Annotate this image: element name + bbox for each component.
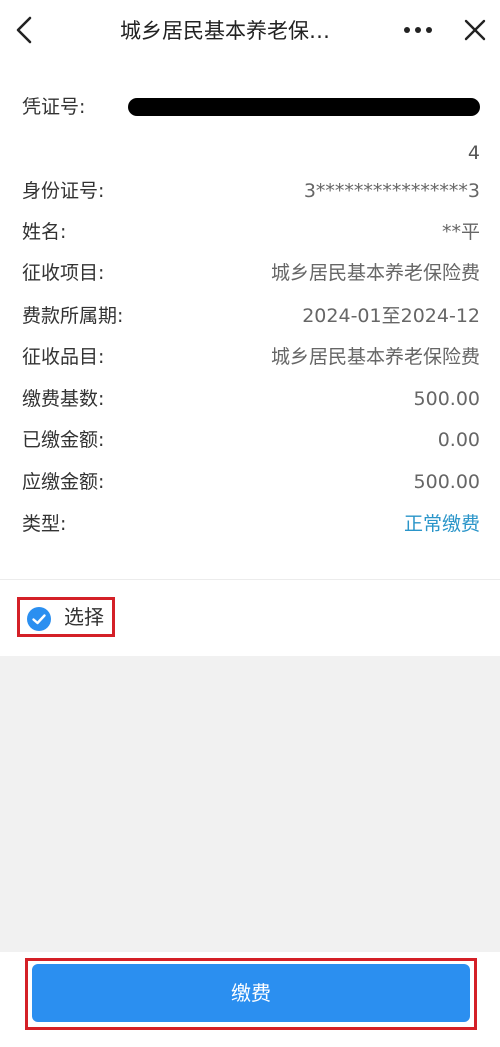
info-row-period: 费款所属期: 2024-01至2024-12 bbox=[22, 301, 480, 331]
info-label: 身份证号: bbox=[22, 180, 105, 202]
info-value: 3****************3 bbox=[303, 180, 480, 202]
info-row-paid: 已缴金额: 0.00 bbox=[22, 425, 480, 455]
voucher-number-tail: 4 bbox=[467, 142, 480, 164]
info-label: 征收项目: bbox=[22, 262, 105, 284]
voucher-redaction bbox=[128, 98, 480, 116]
info-label: 征收品目: bbox=[22, 346, 105, 368]
close-button[interactable] bbox=[458, 12, 492, 48]
info-label: 姓名: bbox=[22, 221, 67, 243]
info-label: 费款所属期: bbox=[22, 305, 124, 327]
select-label: 选择 bbox=[64, 605, 104, 629]
page-title: 城乡居民基本养老保… bbox=[120, 19, 330, 43]
info-value: 500.00 bbox=[413, 388, 480, 410]
chevron-left-icon bbox=[16, 16, 32, 44]
info-value: 0.00 bbox=[437, 429, 480, 451]
info-value: 城乡居民基本养老保险费 bbox=[270, 262, 480, 284]
payment-detail-page: 城乡居民基本养老保… 凭证号: 4 身份证号: 3***************… bbox=[0, 0, 500, 1047]
info-label: 应缴金额: bbox=[22, 471, 105, 493]
back-button[interactable] bbox=[10, 12, 42, 48]
info-value: **平 bbox=[441, 221, 480, 243]
info-row-due: 应缴金额: 500.00 bbox=[22, 467, 480, 497]
info-label: 类型: bbox=[22, 513, 67, 535]
select-checkbox[interactable]: 选择 bbox=[17, 597, 115, 637]
voucher-label: 凭证号: bbox=[22, 96, 86, 118]
info-value: 城乡居民基本养老保险费 bbox=[270, 346, 480, 368]
info-row-levy-item: 征收项目: 城乡居民基本养老保险费 bbox=[22, 258, 480, 288]
info-row-type: 类型: 正常缴费 bbox=[22, 509, 480, 539]
select-row: 选择 bbox=[0, 580, 500, 656]
payment-info-section: 凭证号: 4 身份证号: 3****************3 姓名: **平 … bbox=[0, 64, 500, 579]
info-row-id-number: 身份证号: 3****************3 bbox=[22, 176, 480, 206]
empty-area bbox=[0, 656, 500, 952]
check-circle-icon bbox=[27, 607, 51, 631]
nav-bar: 城乡居民基本养老保… bbox=[0, 0, 500, 64]
info-row-base: 缴费基数: 500.00 bbox=[22, 384, 480, 414]
info-label: 已缴金额: bbox=[22, 429, 105, 451]
payment-type-value: 正常缴费 bbox=[403, 513, 480, 535]
pay-button[interactable]: 缴费 bbox=[32, 964, 470, 1022]
info-row-name: 姓名: **平 bbox=[22, 217, 480, 247]
bottom-bar: 缴费 bbox=[0, 952, 500, 1047]
more-button[interactable] bbox=[398, 14, 438, 46]
more-dots-icon bbox=[404, 27, 432, 33]
info-row-levy-category: 征收品目: 城乡居民基本养老保险费 bbox=[22, 342, 480, 372]
info-value: 500.00 bbox=[413, 471, 480, 493]
close-icon bbox=[464, 19, 486, 41]
info-value: 2024-01至2024-12 bbox=[302, 305, 480, 327]
info-label: 缴费基数: bbox=[22, 388, 105, 410]
